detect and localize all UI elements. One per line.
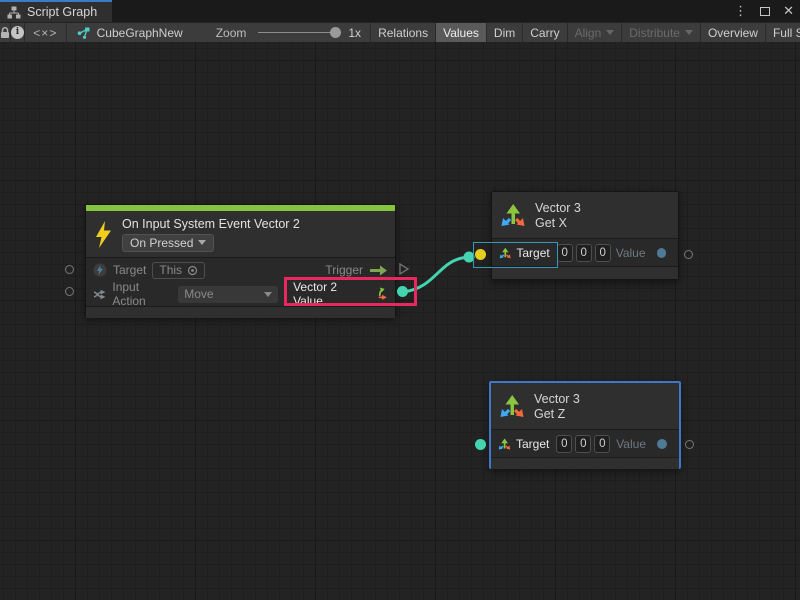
toolbar-button-fullscreen[interactable]: Full Scre <box>766 23 800 42</box>
getx-value-label: Value <box>616 246 646 260</box>
lightning-bolt-icon <box>94 221 113 248</box>
toolbar-button-values[interactable]: Values <box>436 23 487 42</box>
game-object-icon <box>93 263 107 277</box>
code-icon: <×> <box>33 26 57 40</box>
getx-input-x[interactable]: 0 <box>557 244 573 262</box>
zoom-slider[interactable] <box>258 32 338 33</box>
toolbar-button-dim[interactable]: Dim <box>487 23 523 42</box>
getz-target-port[interactable] <box>475 439 486 450</box>
input-action-port-label: Input Action <box>112 280 172 308</box>
chevron-down-icon <box>264 292 272 297</box>
getz-value-port[interactable] <box>657 439 667 449</box>
getz-op-label: Get Z <box>534 407 580 421</box>
window-menu-icon[interactable]: ⋮ <box>734 0 747 22</box>
event-input-action-input-port[interactable] <box>65 287 74 296</box>
getx-op-label: Get X <box>535 216 581 230</box>
org-chart-icon <box>7 6 21 19</box>
inspect-button[interactable]: i <box>11 23 25 42</box>
getx-target-label: Target <box>516 246 549 260</box>
getz-value-label: Value <box>616 437 646 451</box>
info-icon: i <box>11 26 24 39</box>
getx-input-y[interactable]: 0 <box>576 244 592 262</box>
getx-input-z[interactable]: 0 <box>595 244 611 262</box>
toolbar-button-carry[interactable]: Carry <box>523 23 567 42</box>
zoom-value: 1x <box>348 26 361 40</box>
connection-wire <box>0 42 800 600</box>
getz-header: Vector 3 Get Z <box>491 383 679 429</box>
vector2-value-output-port[interactable] <box>397 286 408 297</box>
getz-footer <box>491 457 679 469</box>
trigger-arrow-icon <box>369 265 388 276</box>
toolbar-button-relations[interactable]: Relations <box>371 23 436 42</box>
node-vector3-get-z[interactable]: Vector 3 Get Z Target 0 0 0 Value <box>489 381 681 469</box>
vector3-mini-icon <box>499 247 511 259</box>
toolbar-button-distribute[interactable]: Distribute <box>622 23 701 42</box>
getz-value-output-port[interactable] <box>685 440 694 449</box>
tab-label: Script Graph <box>27 5 97 19</box>
graph-canvas[interactable]: On Input System Event Vector 2 On Presse… <box>0 42 800 600</box>
getx-type-label: Vector 3 <box>535 201 581 215</box>
getz-target-label: Target <box>516 437 549 451</box>
input-action-icon <box>93 288 106 301</box>
trigger-output-port[interactable] <box>398 262 410 276</box>
graph-asset-icon <box>76 26 91 40</box>
graph-name-group[interactable]: CubeGraphNew <box>67 23 192 42</box>
event-node-header: On Input System Event Vector 2 On Presse… <box>86 211 395 257</box>
getz-type-label: Vector 3 <box>534 392 580 406</box>
graph-toolbar: i <×> CubeGraphNew Zoom 1x Relations Val… <box>0 22 800 42</box>
tab-script-graph[interactable]: Script Graph <box>0 0 112 22</box>
getz-input-z[interactable]: 0 <box>594 435 610 453</box>
graph-name-label: CubeGraphNew <box>97 26 183 40</box>
zoom-label: Zoom <box>216 26 247 40</box>
target-value-chip[interactable]: This <box>152 262 205 279</box>
getx-footer <box>492 266 678 279</box>
getx-target-row: Target 0 0 0 Value <box>492 238 678 266</box>
vector3-icon <box>499 394 525 418</box>
event-target-row: Target This Trigger <box>86 258 395 282</box>
vector2-output-label: Vector 2 Value <box>293 280 367 308</box>
node-on-input-system-event[interactable]: On Input System Event Vector 2 On Presse… <box>85 204 396 317</box>
lock-button[interactable] <box>0 23 11 42</box>
toolbar-button-align[interactable]: Align <box>568 23 623 42</box>
getx-value-port[interactable] <box>657 248 666 258</box>
getx-header: Vector 3 Get X <box>492 192 678 238</box>
getx-target-port-connected[interactable] <box>475 249 486 260</box>
node-vector3-get-x[interactable]: Vector 3 Get X Target 0 0 0 Value <box>491 191 679 280</box>
zoom-control: Zoom 1x <box>192 23 370 42</box>
toolbar-button-overview[interactable]: Overview <box>701 23 766 42</box>
getz-input-y[interactable]: 0 <box>575 435 591 453</box>
vector2-icon <box>373 286 388 302</box>
event-target-input-port[interactable] <box>65 265 74 274</box>
vector3-icon <box>500 203 526 227</box>
self-target-icon <box>187 265 198 276</box>
vector3-mini-icon <box>498 438 511 450</box>
trigger-port-label: Trigger <box>325 263 363 277</box>
code-preview-button[interactable]: <×> <box>25 23 67 42</box>
maximize-icon[interactable] <box>760 7 770 16</box>
zoom-slider-handle[interactable] <box>330 27 341 38</box>
getz-input-x[interactable]: 0 <box>556 435 572 453</box>
chevron-down-icon <box>198 240 206 245</box>
getz-target-row: Target 0 0 0 Value <box>491 429 679 457</box>
chevron-down-icon <box>606 30 614 35</box>
close-icon[interactable]: ✕ <box>783 0 794 22</box>
window-tab-bar: Script Graph ⋮ ✕ <box>0 0 800 22</box>
event-type-dropdown[interactable]: On Pressed <box>122 234 214 252</box>
input-action-dropdown[interactable]: Move <box>178 286 278 303</box>
getx-value-output-port[interactable] <box>684 250 693 259</box>
event-node-title: On Input System Event Vector 2 <box>122 217 300 231</box>
lock-icon <box>0 27 10 39</box>
target-port-label: Target <box>113 263 146 277</box>
chevron-down-icon <box>685 30 693 35</box>
event-input-action-row: Input Action Move Vector 2 Value <box>86 282 395 306</box>
